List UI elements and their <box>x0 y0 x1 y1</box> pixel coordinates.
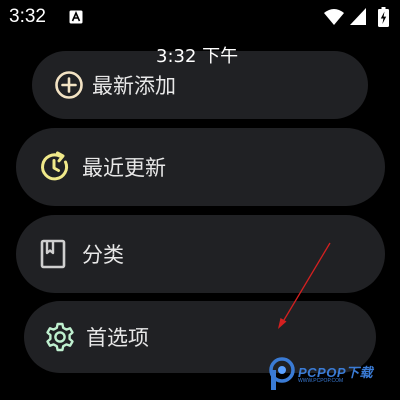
notification-a-icon <box>69 10 83 24</box>
update-clock-icon <box>41 151 69 181</box>
menu-item-categories[interactable]: 分类 <box>16 215 385 293</box>
menu-item-recently-updated[interactable]: 最近更新 <box>16 128 385 206</box>
menu-item-label: 最近更新 <box>82 156 166 180</box>
clock-overlay: 3:32 下午 <box>156 46 239 67</box>
bookmark-book-icon <box>40 239 66 269</box>
menu-item-label: 最新添加 <box>92 74 176 98</box>
add-circle-icon <box>55 71 83 99</box>
status-bar: 3:32 <box>0 0 400 36</box>
menu-item-label: 分类 <box>82 243 124 267</box>
signal-icon <box>350 8 366 25</box>
pcpop-logo-icon <box>269 357 295 390</box>
settings-gear-icon <box>46 322 74 352</box>
wifi-icon <box>324 9 344 25</box>
status-time: 3:32 <box>9 6 46 27</box>
watermark: PCPOP下载 WWW.PCPOP.COM <box>268 356 396 392</box>
watermark-subtext: WWW.PCPOP.COM <box>298 378 344 384</box>
menu-item-label: 首选项 <box>86 326 149 350</box>
battery-charging-icon <box>378 7 389 27</box>
